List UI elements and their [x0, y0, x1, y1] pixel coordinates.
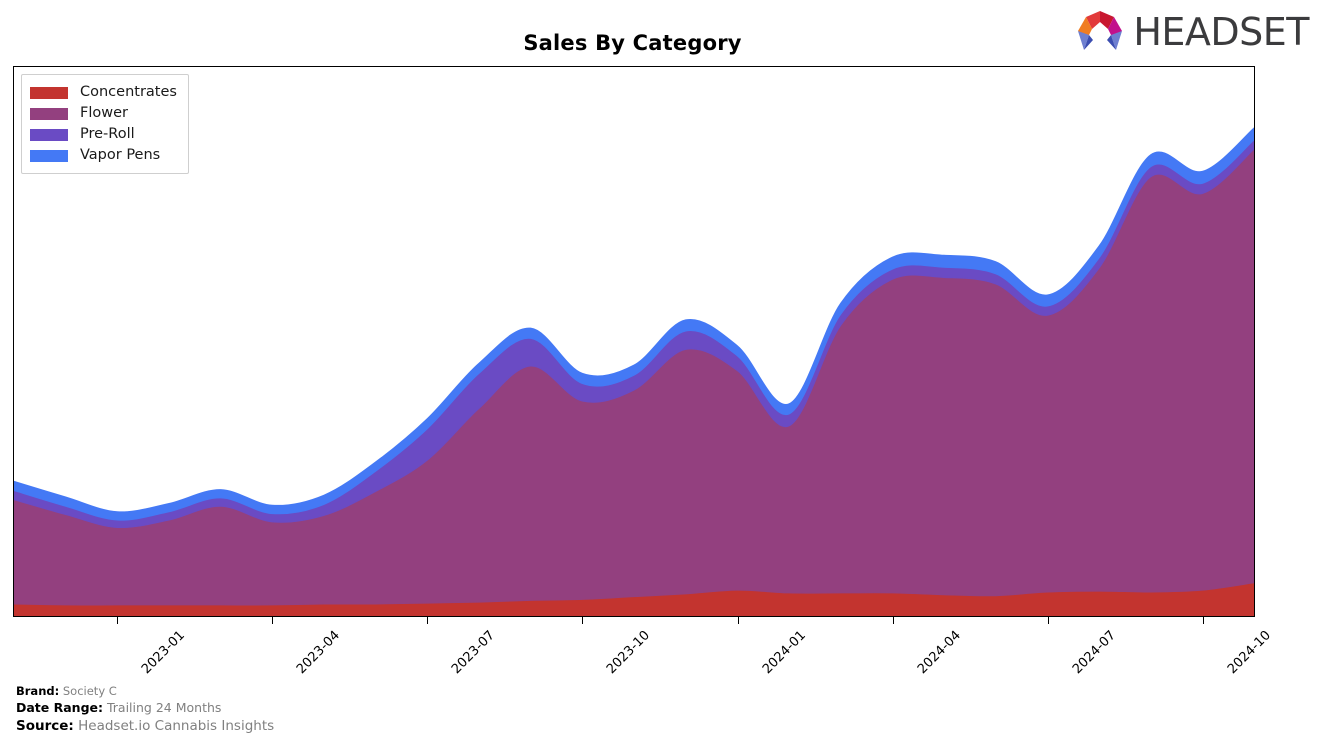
x-axis-tick-label: 2024-10 — [1225, 628, 1275, 678]
legend-item-label: Concentrates — [80, 84, 177, 101]
chart-page: Sales By Category HEADSET Concentrates Fl… — [0, 0, 1317, 740]
legend-item[interactable]: Vapor Pens — [30, 145, 177, 166]
x-axis-tick-label: 2024-01 — [759, 628, 809, 678]
x-axis-tick — [892, 617, 894, 624]
legend-swatch-icon — [30, 128, 68, 141]
legend-item[interactable]: Concentrates — [30, 82, 177, 103]
x-axis-tick-label: 2024-04 — [914, 628, 964, 678]
footnote-source: Source: Headset.io Cannabis Insights — [16, 717, 716, 736]
stacked-area-chart — [14, 127, 1254, 616]
legend-swatch-icon — [30, 86, 68, 99]
chart-footnotes: Brand: Society C Date Range: Trailing 24… — [16, 683, 716, 736]
x-axis-tick — [1048, 617, 1049, 624]
plot-area: Concentrates Flower Pre-Roll Vapor Pens — [13, 66, 1255, 617]
footnote-brand: Brand: Society C — [16, 683, 716, 699]
brand-logo-text: HEADSET — [1133, 10, 1309, 54]
x-axis-tick-label: 2023-07 — [448, 628, 498, 678]
footnote-source-key: Source: — [16, 718, 74, 735]
chart-legend: Concentrates Flower Pre-Roll Vapor Pens — [21, 74, 189, 174]
legend-item[interactable]: Flower — [30, 103, 177, 124]
x-axis-tick-label: 2023-01 — [138, 628, 188, 678]
x-axis-tick — [427, 617, 428, 624]
legend-item-label: Pre-Roll — [80, 126, 135, 143]
legend-item[interactable]: Pre-Roll — [30, 124, 177, 145]
headset-logo-mark — [1078, 11, 1123, 50]
footnote-brand-value: Society C — [62, 684, 117, 698]
footnote-date-range-value: Trailing 24 Months — [106, 700, 222, 716]
x-axis-tick — [271, 617, 273, 624]
x-axis-tick-label: 2024-07 — [1069, 628, 1119, 678]
footnote-date-range: Date Range: Trailing 24 Months — [16, 699, 716, 717]
legend-item-label: Flower — [80, 105, 128, 122]
legend-item-label: Vapor Pens — [80, 147, 161, 164]
footnote-brand-key: Brand: — [16, 684, 60, 698]
x-axis: 2023-01 2023-04 2023-07 2023-10 2024-01 2024-… — [13, 617, 1274, 687]
x-axis-tick — [1203, 617, 1205, 624]
x-axis-tick-label: 2023-04 — [293, 628, 343, 678]
legend-swatch-icon — [30, 149, 68, 162]
brand-logo: HEADSET — [1074, 8, 1309, 56]
footnote-source-value: Headset.io Cannabis Insights — [78, 718, 275, 735]
x-axis-tick-label: 2023-10 — [604, 628, 654, 678]
legend-swatch-icon — [30, 107, 68, 120]
x-axis-tick — [737, 617, 739, 624]
footnote-date-range-key: Date Range: — [16, 700, 103, 716]
x-axis-tick — [116, 617, 118, 624]
x-axis-tick — [582, 617, 584, 624]
